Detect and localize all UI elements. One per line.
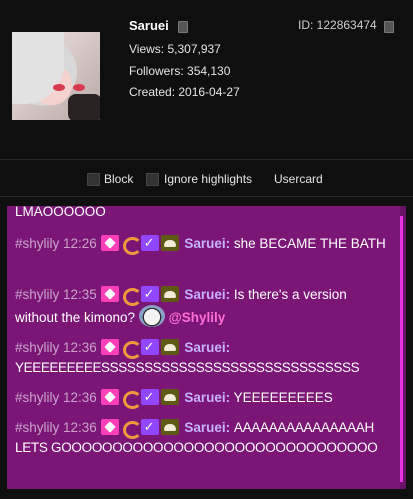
- chat-message: #shylily 12:35 Saruei: Is there's a vers…: [15, 285, 393, 328]
- verified-badge-icon: [140, 285, 159, 305]
- timestamp: 12:36: [63, 420, 97, 435]
- mention[interactable]: @Shylily: [169, 310, 226, 325]
- chat-message: #shylily 12:36 Saruei: YEEEEEEEEESSSSSSS…: [15, 338, 393, 378]
- chat-username[interactable]: Saruei:: [184, 420, 230, 435]
- user-profile-header: Saruei ID: 122863474 Views: 5,307,937 Fo…: [0, 0, 413, 160]
- channel-name[interactable]: #shylily: [15, 390, 59, 405]
- shrimp-badge-icon: [121, 389, 142, 409]
- chat-username[interactable]: Saruei:: [184, 340, 230, 355]
- timestamp: 12:26: [63, 236, 97, 251]
- ignore-highlights-checkbox[interactable]: [146, 173, 159, 186]
- timestamp: 12:35: [63, 287, 97, 302]
- copy-icon[interactable]: [384, 21, 394, 33]
- sub-badge-icon: [100, 389, 119, 405]
- username[interactable]: Saruei: [129, 18, 169, 33]
- user-options-bar: Block Ignore highlights Usercard: [0, 172, 413, 188]
- chat-username[interactable]: Saruei:: [184, 236, 230, 251]
- timestamp: 12:36: [63, 340, 97, 355]
- chat-message: #shylily 12:26 Saruei: she BECAME THE BA…: [15, 234, 393, 255]
- shrimp-badge-icon: [121, 419, 142, 439]
- message-text: YEEEEEEEEESSSSSSSSSSSSSSSSSSSSSSSSSSSSSS: [15, 360, 360, 375]
- turbo-badge-icon: [160, 286, 179, 302]
- block-checkbox[interactable]: [87, 173, 100, 186]
- verified-badge-icon: [140, 388, 159, 408]
- divider: [0, 159, 413, 160]
- ignore-highlights-label[interactable]: Ignore highlights: [164, 172, 252, 186]
- turbo-badge-icon: [160, 339, 179, 355]
- channel-name[interactable]: #shylily: [15, 420, 59, 435]
- message-text: YEEEEEEEEES: [233, 390, 333, 405]
- turbo-badge-icon: [160, 419, 179, 435]
- channel-name[interactable]: #shylily: [15, 287, 59, 302]
- sub-badge-icon: [100, 339, 119, 355]
- views-stat: Views: 5,307,937: [129, 42, 221, 56]
- usercard-button[interactable]: Usercard: [274, 172, 323, 186]
- message-text: she BECAME THE BATH: [233, 236, 386, 251]
- verified-badge-icon: [140, 234, 159, 254]
- sub-badge-icon: [100, 419, 119, 435]
- sub-badge-icon: [100, 235, 119, 251]
- user-id: ID: 122863474: [298, 18, 377, 32]
- chat-scrollbar-thumb[interactable]: [400, 216, 403, 482]
- shrimp-badge-icon: [121, 339, 142, 359]
- channel-name[interactable]: #shylily: [15, 340, 59, 355]
- chat-message: #shylily 12:36 Saruei: YEEEEEEEEES: [15, 388, 393, 409]
- sub-badge-icon: [100, 286, 119, 302]
- channel-name[interactable]: #shylily: [15, 236, 59, 251]
- chat-message: #shylily 12:36 Saruei: AAAAAAAAAAAAAAAH …: [15, 418, 393, 458]
- followers-stat: Followers: 354,130: [129, 64, 231, 78]
- turbo-badge-icon: [160, 389, 179, 405]
- shrimp-badge-icon: [121, 286, 142, 306]
- block-label[interactable]: Block: [104, 172, 133, 186]
- shrimp-badge-icon: [121, 235, 142, 255]
- chat-username[interactable]: Saruei:: [184, 390, 230, 405]
- divider: [0, 196, 413, 197]
- chat-username[interactable]: Saruei:: [184, 287, 230, 302]
- timestamp: 12:36: [63, 390, 97, 405]
- turbo-badge-icon: [160, 235, 179, 251]
- verified-badge-icon: [140, 418, 159, 438]
- chat-message-partial: LMAOOOOOO: [15, 206, 106, 219]
- verified-badge-icon: [140, 338, 159, 358]
- avatar[interactable]: [12, 32, 100, 120]
- chat-log[interactable]: LMAOOOOOO #shylily 12:26 Saruei: she BEC…: [7, 206, 400, 489]
- created-stat: Created: 2016-04-27: [129, 85, 240, 99]
- copy-icon[interactable]: [178, 21, 188, 33]
- avatar-emote: [138, 305, 165, 327]
